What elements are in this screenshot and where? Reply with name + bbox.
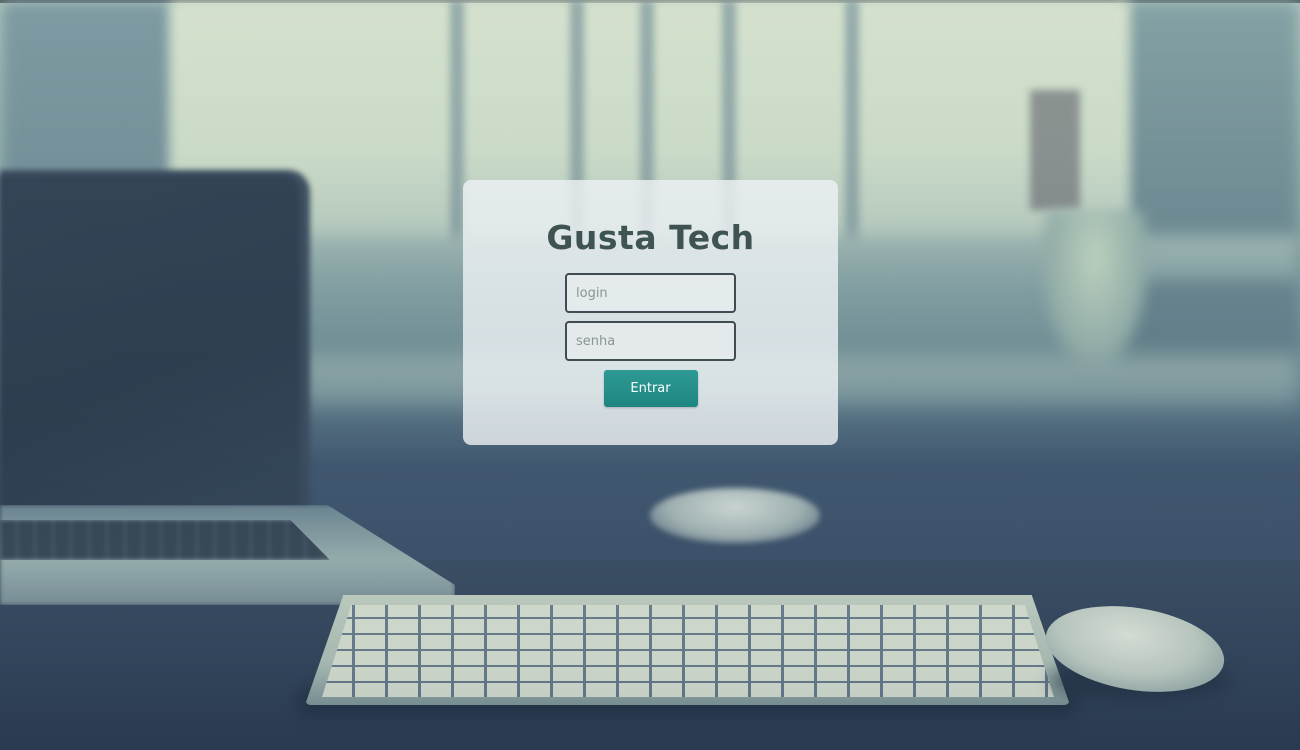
brand-title: Gusta Tech (546, 218, 755, 257)
background-photo: Gusta Tech Entrar (0, 0, 1300, 750)
login-input[interactable] (565, 273, 736, 313)
submit-button[interactable]: Entrar (603, 370, 698, 407)
password-input[interactable] (565, 321, 736, 361)
login-card: Gusta Tech Entrar (463, 180, 838, 445)
